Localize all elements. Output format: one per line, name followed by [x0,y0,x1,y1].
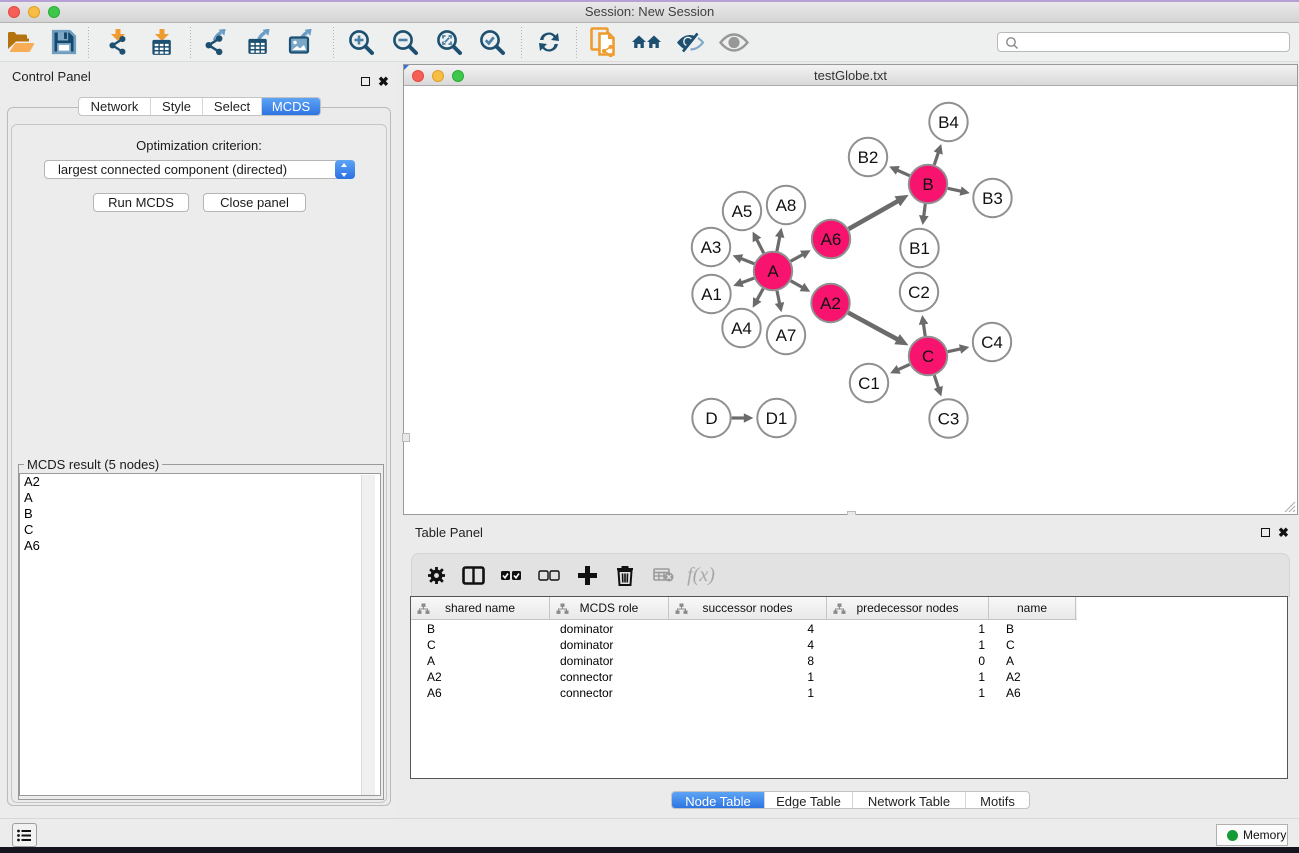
svg-text:A2: A2 [820,294,841,313]
svg-text:D: D [705,409,717,428]
svg-text:A6: A6 [821,230,842,249]
svg-text:A7: A7 [776,326,797,345]
svg-text:C1: C1 [858,374,880,393]
svg-text:A5: A5 [732,202,753,221]
svg-text:B2: B2 [858,148,879,167]
svg-text:C: C [922,347,934,366]
svg-text:C4: C4 [981,333,1003,352]
svg-text:A: A [767,262,779,281]
svg-text:C2: C2 [908,283,930,302]
svg-text:D1: D1 [766,409,788,428]
svg-text:B: B [922,175,933,194]
svg-text:A8: A8 [776,196,797,215]
svg-text:C3: C3 [938,410,960,429]
svg-text:A1: A1 [701,285,722,304]
svg-text:A4: A4 [731,319,752,338]
svg-text:B1: B1 [909,239,930,258]
svg-text:B3: B3 [982,189,1003,208]
svg-text:A3: A3 [701,238,722,257]
svg-text:B4: B4 [938,113,959,132]
